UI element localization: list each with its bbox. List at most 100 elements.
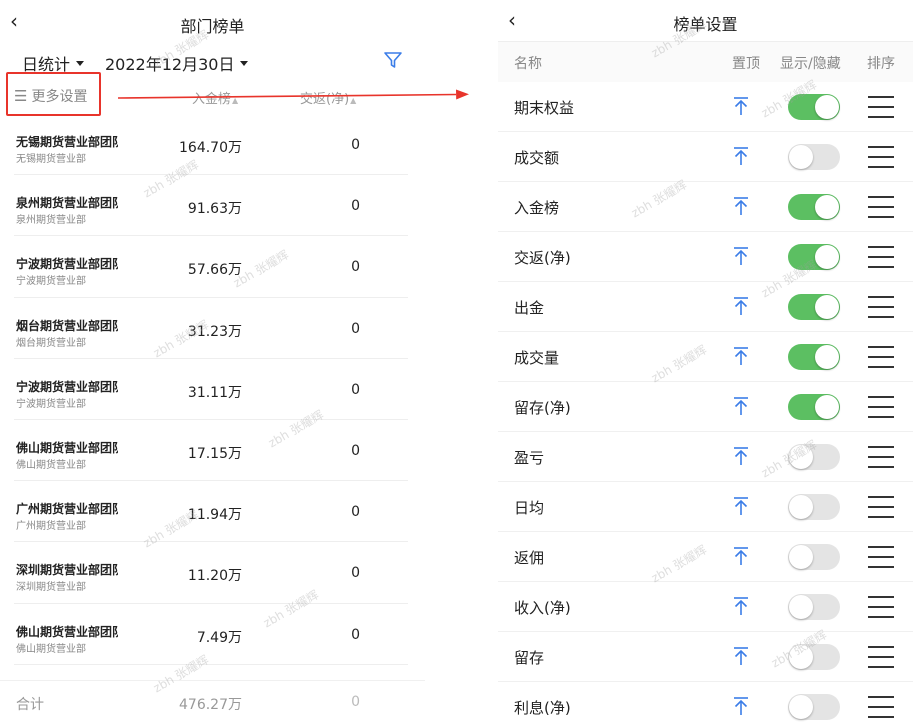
visibility-toggle[interactable]: [788, 294, 840, 320]
row-value-inflow: 11.20万: [187, 568, 242, 585]
settings-row: 留存(净): [498, 382, 913, 432]
row-name: 宁波期货营业部团队: [16, 379, 118, 394]
right-panel: ‹ 榜单设置 名称 置顶 显示/隐藏 排序 期末权益 成交额 入金榜 交返(净) 出金成…: [498, 0, 913, 728]
pin-to-top-icon[interactable]: [733, 346, 749, 366]
visibility-toggle[interactable]: [788, 394, 840, 420]
settings-row: 入金榜: [498, 182, 913, 232]
settings-row-label: 盈亏: [514, 449, 545, 467]
drag-handle-icon[interactable]: [868, 646, 894, 668]
annotation-arrow-icon: [118, 89, 469, 100]
pin-to-top-icon[interactable]: [733, 596, 749, 616]
drag-handle-icon[interactable]: [868, 96, 894, 118]
toggle-knob: [815, 395, 839, 419]
settings-row-label: 成交量: [514, 349, 560, 367]
settings-title: 榜单设置: [673, 15, 738, 34]
row-name: 佛山期货营业部团队: [16, 440, 118, 455]
page-title: 部门榜单: [180, 17, 245, 36]
filter-icon[interactable]: [383, 50, 403, 70]
row-name: 烟台期货营业部团队: [16, 318, 118, 333]
row-sub: 广州期货营业部: [16, 521, 86, 533]
visibility-toggle[interactable]: [788, 244, 840, 270]
visibility-toggle[interactable]: [788, 694, 840, 720]
drag-handle-icon[interactable]: [868, 246, 894, 268]
more-settings-button[interactable]: ☰ 更多设置: [14, 86, 87, 106]
drag-handle-icon[interactable]: [868, 396, 894, 418]
total-label: 合计: [16, 697, 44, 713]
pin-to-top-icon[interactable]: [733, 446, 749, 466]
row-value-rebate: 0: [351, 320, 360, 337]
col-sort: 排序: [867, 56, 895, 72]
row-name: 深圳期货营业部团队: [16, 563, 118, 578]
settings-row-label: 留存: [514, 649, 545, 667]
drag-handle-icon[interactable]: [868, 146, 894, 168]
drag-handle-icon[interactable]: [868, 496, 894, 518]
row-value-inflow: 91.63万: [187, 201, 242, 218]
right-header: ‹ 榜单设置: [498, 0, 913, 42]
table-row[interactable]: 泉州期货营业部团队 泉州期货营业部 91.63万 0: [14, 175, 408, 237]
toggle-knob: [815, 195, 839, 219]
toggle-knob: [815, 95, 839, 119]
pin-to-top-icon[interactable]: [733, 396, 749, 416]
visibility-toggle[interactable]: [788, 344, 840, 370]
table-row[interactable]: 广州期货营业部团队 广州期货营业部 11.94万 0: [14, 481, 408, 543]
visibility-toggle[interactable]: [788, 144, 840, 170]
table-row[interactable]: 佛山期货营业部团队 佛山期货营业部 17.15万 0: [14, 420, 408, 482]
row-value-inflow: 11.94万: [187, 507, 242, 524]
table-row[interactable]: 烟台期货营业部团队 烟台期货营业部 31.23万 0: [14, 298, 408, 359]
row-name: 宁波期货营业部团队: [16, 257, 118, 272]
table-row[interactable]: 宁波期货营业部团队 宁波期货营业部 31.11万 0: [14, 359, 408, 420]
settings-row: 成交量: [498, 332, 913, 382]
more-settings-label: 更多设置: [31, 89, 88, 105]
visibility-toggle[interactable]: [788, 594, 840, 620]
drag-handle-icon[interactable]: [868, 196, 894, 218]
visibility-toggle[interactable]: [788, 444, 840, 470]
visibility-toggle[interactable]: [788, 494, 840, 520]
pin-to-top-icon[interactable]: [733, 146, 749, 166]
row-name: 佛山期货营业部团队: [16, 624, 118, 639]
row-value-rebate: 0: [351, 259, 360, 276]
pin-to-top-icon[interactable]: [733, 546, 749, 566]
caret-down-icon: [76, 60, 85, 66]
drag-handle-icon[interactable]: [868, 596, 894, 618]
ranking-list: 无锡期货营业部团队 无锡期货营业部 164.70万 0 泉州期货营业部团队 泉州期货营业…: [14, 114, 408, 665]
pin-to-top-icon[interactable]: [733, 496, 749, 516]
drag-handle-icon[interactable]: [868, 346, 894, 368]
settings-row-label: 返佣: [514, 549, 545, 567]
row-value-rebate: 0: [351, 626, 360, 643]
table-row[interactable]: 佛山期货营业部团队 佛山期货营业部 7.49万 0: [14, 604, 408, 665]
drag-handle-icon[interactable]: [868, 446, 894, 468]
table-row[interactable]: 宁波期货营业部团队 宁波期货营业部 57.66万 0: [14, 236, 408, 298]
settings-row: 日均: [498, 482, 913, 532]
date-select[interactable]: 2022年12月30日: [105, 51, 249, 75]
row-sub: 宁波期货营业部: [16, 276, 86, 288]
visibility-toggle[interactable]: [788, 544, 840, 570]
table-row[interactable]: 深圳期货营业部团队 深圳期货营业部 11.20万 0: [14, 542, 408, 604]
pin-to-top-icon[interactable]: [733, 646, 749, 666]
table-row[interactable]: 无锡期货营业部团队 无锡期货营业部 164.70万 0: [14, 114, 408, 176]
pin-to-top-icon[interactable]: [733, 96, 749, 116]
drag-handle-icon[interactable]: [868, 546, 894, 568]
row-sub: 深圳期货营业部: [16, 582, 86, 594]
row-value-inflow: 17.15万: [187, 445, 242, 462]
visibility-toggle[interactable]: [788, 644, 840, 670]
visibility-toggle[interactable]: [788, 94, 840, 120]
visibility-toggle[interactable]: [788, 194, 840, 220]
pin-to-top-icon[interactable]: [733, 696, 749, 716]
settings-row: 留存: [498, 632, 913, 682]
row-value-rebate: 0: [351, 442, 360, 459]
col-pin: 置顶: [732, 56, 760, 72]
row-value-inflow: 57.66万: [187, 262, 242, 279]
caret-down-icon: [240, 60, 249, 66]
drag-handle-icon[interactable]: [868, 696, 894, 718]
pin-to-top-icon[interactable]: [733, 196, 749, 216]
toggle-knob: [815, 245, 839, 269]
pin-to-top-icon[interactable]: [733, 296, 749, 316]
col-name: 名称: [514, 56, 542, 72]
row-value-inflow: 31.23万: [187, 323, 242, 340]
row-value-inflow: 31.11万: [187, 384, 242, 401]
drag-handle-icon[interactable]: [868, 296, 894, 318]
total-row: 合计 476.27万 0: [0, 680, 425, 728]
toggle-knob: [789, 495, 813, 519]
pin-to-top-icon[interactable]: [733, 246, 749, 266]
col-toggle: 显示/隐藏: [780, 56, 841, 72]
